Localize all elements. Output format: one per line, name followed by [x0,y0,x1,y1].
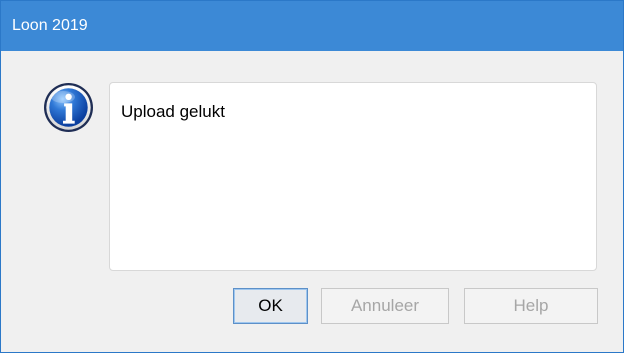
cancel-button[interactable]: Annuleer [321,288,449,324]
message-text: Upload gelukt [121,102,225,121]
window-title: Loon 2019 [12,17,88,34]
message-dialog: Loon 2019 Upload gelukt OK Annuleer Help [0,0,624,353]
ok-button[interactable]: OK [233,288,308,324]
title-bar: Loon 2019 [1,1,623,51]
information-icon [44,83,93,132]
message-panel: Upload gelukt [109,82,597,271]
help-button[interactable]: Help [464,288,598,324]
